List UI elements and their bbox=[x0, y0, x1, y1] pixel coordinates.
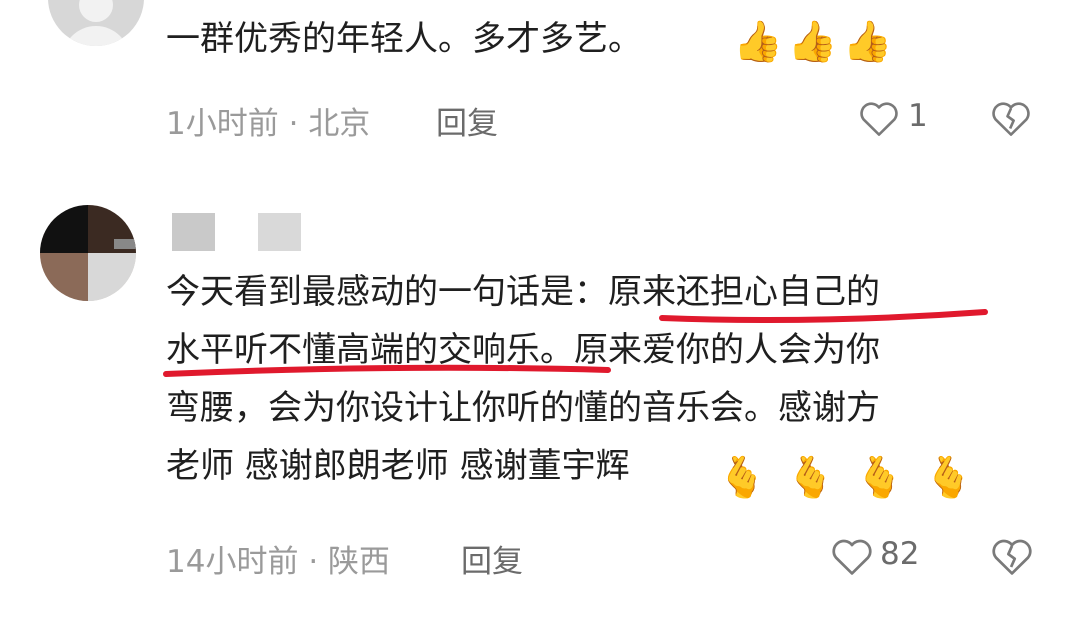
underline-stroke bbox=[659, 309, 988, 323]
reply-button[interactable]: 回复 bbox=[461, 536, 523, 581]
like-count: 82 bbox=[880, 536, 920, 572]
location: 陕西 bbox=[328, 544, 391, 580]
finger-heart-emoji: 🫰 bbox=[717, 455, 767, 501]
broken-heart-icon bbox=[992, 539, 1032, 575]
finger-heart-emoji: 🫰 bbox=[785, 455, 836, 501]
heart-outline-icon bbox=[832, 539, 872, 575]
like-button[interactable] bbox=[830, 535, 874, 577]
underline-stroke bbox=[163, 364, 611, 377]
separator-dot: · bbox=[308, 544, 329, 580]
finger-heart-emoji: 🫰 bbox=[923, 455, 974, 501]
dislike-button[interactable] bbox=[990, 535, 1034, 577]
finger-heart-emoji: 🫰 bbox=[854, 455, 905, 501]
comment-meta: 14小时前 · 陕西 bbox=[166, 536, 390, 581]
emoji-group: 🫰 🫰 🫰 🫰 bbox=[717, 458, 974, 498]
timestamp: 14小时前 bbox=[166, 544, 299, 580]
